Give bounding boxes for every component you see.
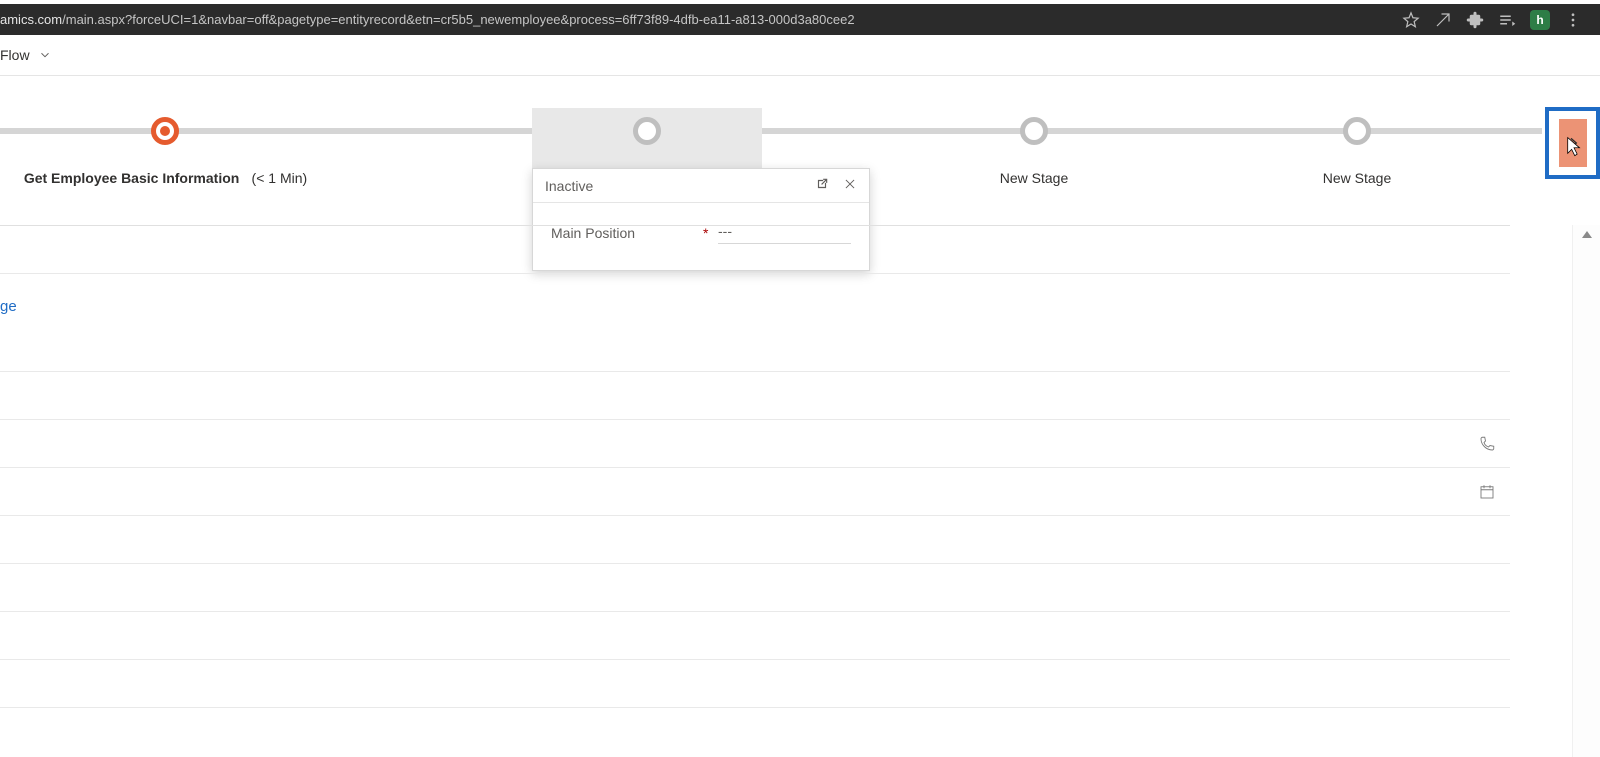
bpf-stage-2-marker <box>633 117 661 145</box>
bpf-stage-3-label: New Stage <box>1000 170 1068 186</box>
form-row-calendar[interactable] <box>0 467 1510 515</box>
bookmark-star-icon[interactable] <box>1402 11 1420 29</box>
bpf-stage-4-label: New Stage <box>1323 170 1391 186</box>
bpf-stage-1-time <box>244 170 252 186</box>
chevron-down-icon <box>38 48 52 62</box>
bpf-next-stage-pager[interactable] <box>1543 108 1600 178</box>
bpf-next-highlight-box <box>1545 107 1600 179</box>
bpf-stage-1-label: Get Employee Basic Information <box>24 170 240 186</box>
vertical-scrollbar[interactable] <box>1572 225 1600 757</box>
browser-action-icons: h <box>1394 10 1600 30</box>
site-info-icon[interactable] <box>1434 11 1452 29</box>
form-row-2[interactable] <box>0 273 1510 323</box>
stage-flyout-status: Inactive <box>545 178 593 194</box>
form-row-6[interactable] <box>0 611 1510 659</box>
playlist-icon[interactable] <box>1498 11 1516 29</box>
extensions-puzzle-icon[interactable] <box>1466 11 1484 29</box>
close-icon[interactable] <box>843 177 857 194</box>
bpf-stage-3-marker <box>1020 117 1048 145</box>
bpf-stage-3[interactable]: New Stage <box>934 108 1134 188</box>
business-process-flow: Get Employee Basic Information (< 1 Min)… <box>0 108 1600 168</box>
form-row-8[interactable] <box>0 707 1510 755</box>
bpf-next-button-hot[interactable] <box>1559 119 1587 167</box>
browser-profile-badge[interactable]: h <box>1530 10 1550 30</box>
bpf-stage-1-time-value: (< 1 Min) <box>252 170 308 186</box>
form-row-3[interactable] <box>0 371 1510 419</box>
scrollbar-up-arrow-icon[interactable] <box>1582 231 1592 238</box>
flow-dropdown-button[interactable]: Flow <box>0 35 62 75</box>
form-row-1[interactable] <box>0 225 1510 273</box>
flow-dropdown-label: Flow <box>0 47 30 63</box>
form-row-7[interactable] <box>0 659 1510 707</box>
form-row-5[interactable] <box>0 563 1510 611</box>
bpf-stage-1-marker <box>151 117 179 145</box>
phone-icon <box>1478 435 1496 453</box>
chevron-right-icon <box>1565 135 1581 151</box>
form-row-phone[interactable] <box>0 419 1510 467</box>
calendar-icon <box>1478 483 1496 501</box>
stage-flyout-header: Inactive <box>533 169 869 203</box>
bpf-stage-4-marker <box>1343 117 1371 145</box>
browser-chrome-bar: amics.com/main.aspx?forceUCI=1&navbar=of… <box>0 4 1600 35</box>
form-row-4[interactable] <box>0 515 1510 563</box>
bpf-stage-1[interactable]: Get Employee Basic Information (< 1 Min) <box>0 108 331 188</box>
form-row-spacer-a <box>0 323 1510 371</box>
browser-url-domain: amics.com <box>0 12 62 27</box>
form-region <box>0 225 1510 757</box>
page-commandbar: Flow <box>0 35 1600 76</box>
browser-url-path: /main.aspx?forceUCI=1&navbar=off&pagetyp… <box>62 12 854 27</box>
browser-menu-dots-icon[interactable] <box>1564 11 1582 29</box>
bpf-stage-4[interactable]: New Stage <box>1257 108 1457 188</box>
dock-popout-icon[interactable] <box>815 177 829 194</box>
browser-url[interactable]: amics.com/main.aspx?forceUCI=1&navbar=of… <box>0 4 1394 35</box>
